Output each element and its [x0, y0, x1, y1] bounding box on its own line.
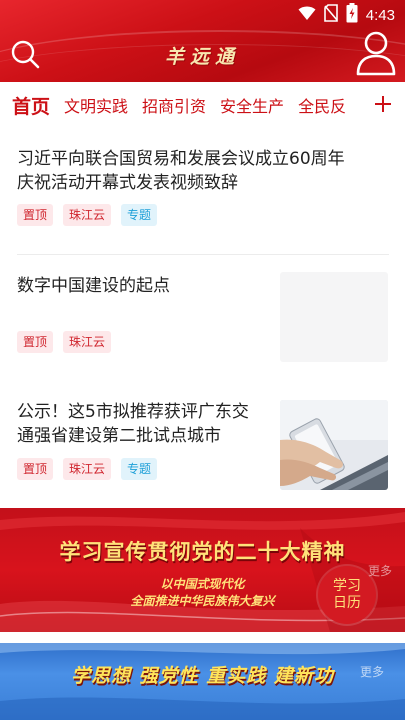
news-title-line: 数字中国建设的起点	[17, 276, 170, 296]
news-tags: 置顶 珠江云 专题	[17, 204, 158, 226]
news-title: 公示！这5市拟推荐获评广东交 通强省建设第二批试点城市	[17, 400, 272, 448]
news-tags: 置顶 珠江云	[17, 331, 112, 353]
title-bar: 羊远通	[0, 30, 405, 82]
tag-pinned: 置顶	[17, 458, 54, 480]
news-item[interactable]: 习近平向联合国贸易和发展会议成立60周年 庆祝活动开幕式发表视频致辞 置顶 珠江…	[0, 140, 405, 255]
more-link[interactable]: 更多	[368, 562, 392, 579]
more-link[interactable]: 更多	[360, 663, 384, 680]
news-title-line: 公示！这5市拟推荐获评广东交	[17, 402, 249, 422]
party-banner[interactable]: 学思想 强党性 重实践 建新功	[0, 643, 405, 720]
calendar-label: 学习	[333, 578, 361, 594]
banner-headline: 学思想 强党性 重实践 建新功	[71, 665, 334, 687]
divider	[17, 254, 389, 255]
news-title-line: 通强省建设第二批试点城市	[17, 426, 221, 446]
tag-topic: 专题	[121, 204, 158, 226]
tag-topic: 专题	[121, 458, 158, 480]
news-title: 数字中国建设的起点	[17, 274, 267, 298]
news-thumbnail	[280, 272, 388, 362]
news-title-line: 习近平向联合国贸易和发展会议成立60周年	[17, 149, 345, 169]
phone-laptop-photo	[280, 400, 388, 490]
add-channel-button[interactable]	[371, 92, 395, 116]
tab-civilization-practice[interactable]: 文明实践	[64, 93, 128, 117]
news-title: 习近平向联合国贸易和发展会议成立60周年 庆祝活动开幕式发表视频致辞	[17, 147, 389, 195]
tab-investment[interactable]: 招商引资	[142, 93, 206, 117]
status-bar: 4:43	[0, 0, 405, 30]
news-tags: 置顶 珠江云 专题	[17, 458, 158, 480]
no-sim-icon	[323, 4, 338, 26]
tag-source: 珠江云	[63, 204, 112, 226]
tab-safety-production[interactable]: 安全生产	[220, 93, 284, 117]
status-time: 4:43	[365, 6, 395, 24]
calendar-label: 日历	[333, 595, 361, 611]
user-profile-button[interactable]	[355, 30, 397, 76]
app-title: 羊远通	[164, 46, 240, 68]
news-item[interactable]: 公示！这5市拟推荐获评广东交 通强省建设第二批试点城市 置顶 珠江云 专题	[0, 396, 405, 496]
wifi-icon	[298, 5, 316, 25]
tag-source: 珠江云	[63, 331, 112, 353]
news-title-line: 庆祝活动开幕式发表视频致辞	[17, 173, 238, 193]
tag-pinned: 置顶	[17, 331, 54, 353]
tab-list: 首页 文明实践 招商引资 安全生产 全民反	[0, 92, 362, 119]
tab-national-anti[interactable]: 全民反	[298, 93, 346, 117]
plus-icon	[375, 96, 391, 112]
tag-pinned: 置顶	[17, 204, 54, 226]
tag-source: 珠江云	[63, 458, 112, 480]
banner-headline: 学习宣传贯彻党的二十大精神	[59, 539, 346, 564]
tab-home[interactable]: 首页	[12, 92, 50, 119]
battery-charging-icon	[346, 3, 358, 27]
news-thumbnail	[280, 400, 388, 490]
user-icon	[356, 31, 396, 76]
channel-tabs: 首页 文明实践 招商引资 安全生产 全民反	[0, 82, 405, 128]
news-item[interactable]: 数字中国建设的起点 置顶 珠江云	[0, 266, 405, 366]
app-header: 4:43 羊远通	[0, 0, 405, 82]
